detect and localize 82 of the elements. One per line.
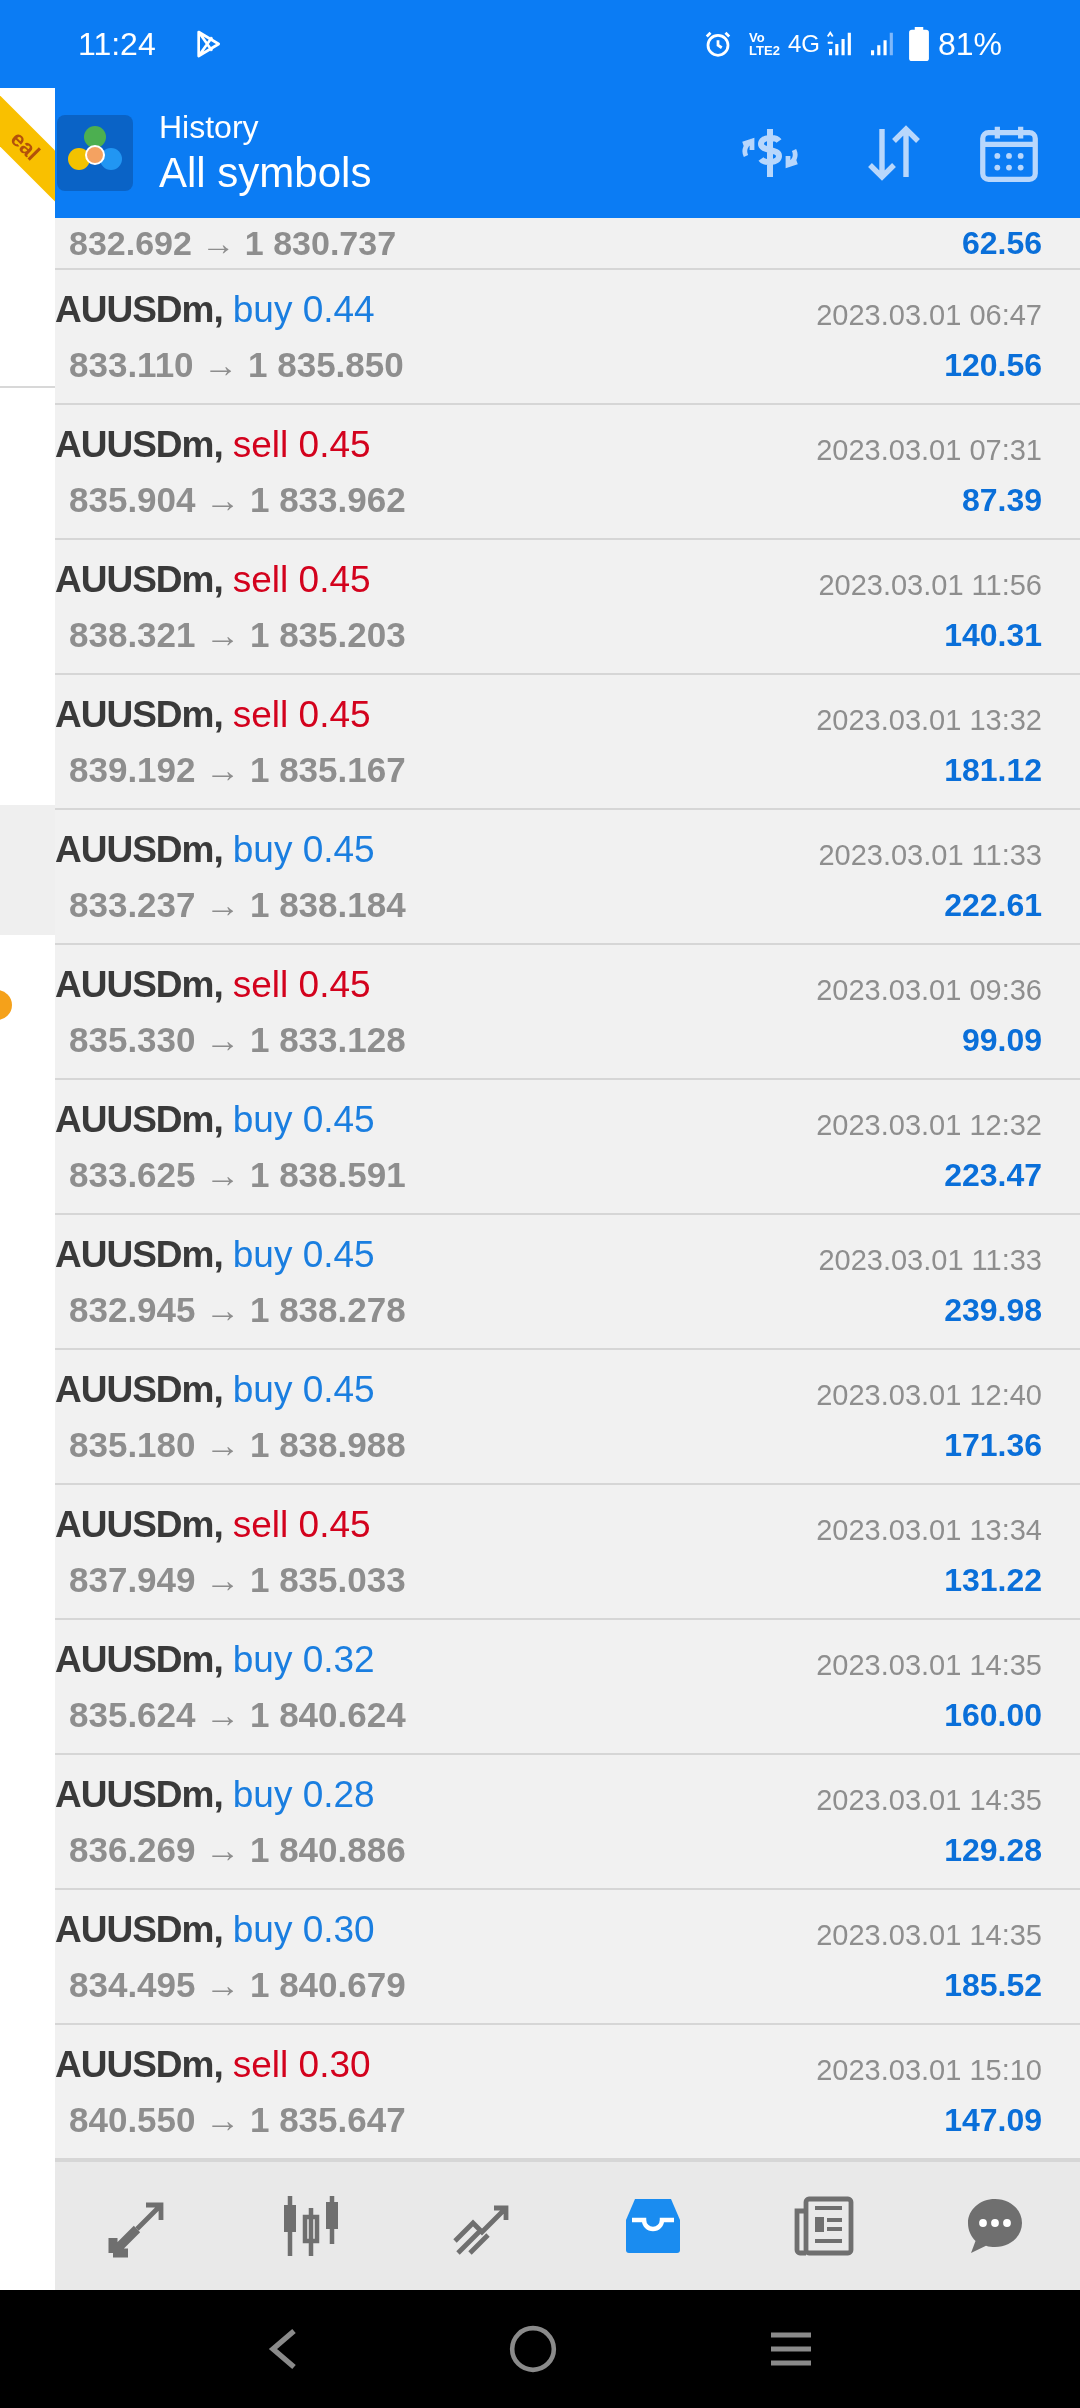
battery-level: 81% xyxy=(937,25,1002,64)
screen-title: History xyxy=(159,108,260,147)
symbol-name: AUUSDm, xyxy=(55,1772,223,1817)
order-type: buy 0.32 xyxy=(232,1637,375,1682)
battery-icon xyxy=(907,27,930,61)
trade-time: 2023.03.01 07:31 xyxy=(816,432,1042,468)
trade-time: 2023.03.01 14:35 xyxy=(816,1782,1042,1818)
trade-time: 2023.03.01 13:34 xyxy=(816,1512,1042,1548)
price-range: 838.321 → 1 835.203 xyxy=(68,614,406,656)
trade-time: 2023.03.01 11:33 xyxy=(818,837,1042,873)
symbol-name: AUUSDm, xyxy=(55,1232,223,1277)
price-range: 833.110 → 1 835.850 xyxy=(68,344,404,386)
price-range: 836.269 → 1 840.886 xyxy=(68,1829,406,1871)
symbol-name: AUUSDm, xyxy=(55,1907,223,1952)
trade-time: 2023.03.01 13:32 xyxy=(816,702,1042,738)
symbol-name: AUUSDm, xyxy=(55,1367,223,1412)
price-range: 833.625 → 1 838.591 xyxy=(68,1154,406,1196)
order-type: sell 0.45 xyxy=(232,692,371,737)
order-type: buy 0.30 xyxy=(232,1907,375,1952)
volte-indicator: Vo LTE2 xyxy=(749,31,780,57)
profit-value: 239.98 xyxy=(944,1291,1042,1331)
profit-value: 131.22 xyxy=(944,1561,1042,1601)
symbol-name: AUUSDm, xyxy=(55,1637,223,1682)
symbol-name: AUUSDm, xyxy=(55,1502,223,1547)
price-range: 832.945 → 1 838.278 xyxy=(68,1289,406,1331)
profit-value: 222.61 xyxy=(944,886,1042,926)
trade-time: 2023.03.01 11:33 xyxy=(818,1242,1042,1278)
price-range: 835.904 → 1 833.962 xyxy=(68,479,406,521)
symbol-name: AUUSDm, xyxy=(55,962,223,1007)
profit-value: 140.31 xyxy=(944,616,1042,656)
trade-time: 2023.03.01 06:47 xyxy=(816,297,1042,333)
profit-value: 62.56 xyxy=(961,224,1042,263)
order-type: buy 0.28 xyxy=(232,1772,375,1817)
trade-time: 2023.03.01 14:35 xyxy=(816,1647,1042,1683)
order-type: buy 0.45 xyxy=(232,1367,375,1412)
app-logo-icon xyxy=(57,115,133,191)
clock: 11:24 xyxy=(78,25,156,64)
order-type: sell 0.45 xyxy=(232,422,371,467)
profit-value: 129.28 xyxy=(944,1831,1042,1871)
order-type: buy 0.45 xyxy=(232,827,375,872)
network-type: 4G xyxy=(787,29,820,59)
trade-time: 2023.03.01 12:32 xyxy=(816,1107,1042,1143)
account-type-label: eal xyxy=(5,126,45,166)
price-range: 839.192 → 1 835.167 xyxy=(68,749,406,791)
order-type: sell 0.30 xyxy=(232,2042,371,2087)
profit-value: 181.12 xyxy=(944,751,1042,791)
price-range: 835.180 → 1 838.988 xyxy=(68,1424,406,1466)
profit-value: 171.36 xyxy=(944,1426,1042,1466)
profit-value: 185.52 xyxy=(944,1966,1042,2006)
profit-value: 223.47 xyxy=(944,1156,1042,1196)
profit-value: 160.00 xyxy=(944,1696,1042,1736)
trade-time: 2023.03.01 14:35 xyxy=(816,1917,1042,1953)
order-type: buy 0.45 xyxy=(232,1097,375,1142)
symbol-name: AUUSDm, xyxy=(55,692,223,737)
trade-time: 2023.03.01 15:10 xyxy=(816,2052,1042,2088)
trade-time: 2023.03.01 11:56 xyxy=(818,567,1042,603)
price-range: 835.330 → 1 833.128 xyxy=(68,1019,406,1061)
trade-time: 2023.03.01 12:40 xyxy=(816,1377,1042,1413)
profit-value: 99.09 xyxy=(961,1021,1042,1061)
order-type: buy 0.45 xyxy=(232,1232,375,1277)
price-range: 840.550 → 1 835.647 xyxy=(68,2099,406,2141)
symbol-name: AUUSDm, xyxy=(55,422,223,467)
price-range: 832.692 → 1 830.737 xyxy=(69,222,397,264)
profit-value: 87.39 xyxy=(961,481,1042,521)
price-range: 833.237 → 1 838.184 xyxy=(68,884,406,926)
price-range: 834.495 → 1 840.679 xyxy=(68,1964,406,2006)
order-type: sell 0.45 xyxy=(232,1502,371,1547)
order-type: sell 0.45 xyxy=(232,962,371,1007)
symbol-name: AUUSDm, xyxy=(55,827,223,872)
order-type: sell 0.45 xyxy=(232,557,371,602)
price-range: 837.949 → 1 835.033 xyxy=(68,1559,406,1601)
trade-time: 2023.03.01 09:36 xyxy=(816,972,1042,1008)
symbol-name: AUUSDm, xyxy=(55,287,223,332)
price-range: 835.624 → 1 840.624 xyxy=(68,1694,406,1736)
symbol-name: AUUSDm, xyxy=(55,1097,223,1142)
order-type: buy 0.44 xyxy=(232,287,375,332)
symbol-filter[interactable]: All symbols xyxy=(159,147,372,199)
home-icon[interactable] xyxy=(508,2324,558,2374)
profit-value: 147.09 xyxy=(944,2101,1042,2141)
profit-value: 120.56 xyxy=(944,346,1042,386)
symbol-name: AUUSDm, xyxy=(55,557,223,602)
symbol-name: AUUSDm, xyxy=(55,2042,223,2087)
